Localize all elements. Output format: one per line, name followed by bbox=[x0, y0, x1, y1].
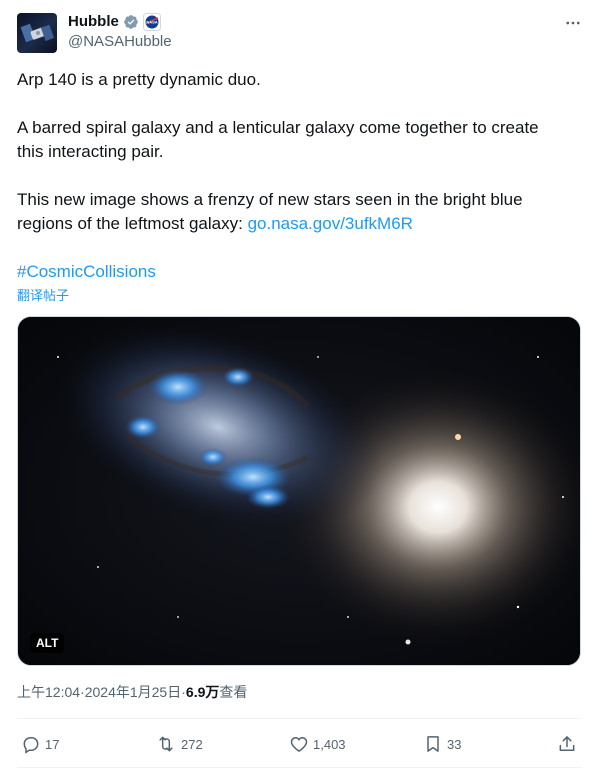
post-date[interactable]: 2024年1月25日 bbox=[85, 682, 182, 702]
post-meta: 上午12:04 · 2024年1月25日 · 6.9万 查看 bbox=[17, 682, 247, 702]
avatar[interactable] bbox=[17, 13, 57, 53]
heart-icon bbox=[290, 736, 308, 752]
action-bar: 17 272 1,403 33 bbox=[17, 732, 581, 756]
like-button[interactable]: 1,403 bbox=[289, 732, 346, 756]
reply-count: 17 bbox=[45, 736, 60, 752]
share-icon bbox=[559, 736, 575, 751]
share-button[interactable] bbox=[557, 732, 577, 756]
hubble-telescope-icon bbox=[20, 23, 55, 43]
post-text-line: Arp 140 is a pretty dynamic duo. bbox=[17, 70, 261, 89]
views-label: 查看 bbox=[219, 684, 248, 700]
post-text-line: A barred spiral galaxy and a lenticular … bbox=[17, 118, 539, 137]
post-text-line: this interacting pair. bbox=[17, 142, 164, 161]
like-count: 1,403 bbox=[313, 736, 346, 752]
repost-icon bbox=[159, 736, 173, 752]
post-link[interactable]: go.nasa.gov/3ufkM6R bbox=[248, 214, 413, 233]
post-text-segment: regions of the leftmost galaxy: bbox=[17, 214, 248, 233]
svg-text:NASA: NASA bbox=[146, 20, 157, 25]
more-options-button[interactable] bbox=[562, 13, 584, 33]
galaxy-image bbox=[18, 317, 580, 665]
repost-count: 272 bbox=[181, 736, 203, 752]
post: Hubble NASA @NASAHubble Arp 140 is a pre… bbox=[0, 0, 598, 768]
author-handle[interactable]: @NASAHubble bbox=[68, 32, 172, 52]
verified-badge-icon bbox=[124, 15, 138, 29]
more-dots-icon bbox=[566, 21, 580, 25]
translate-post-link[interactable]: 翻译帖子 bbox=[17, 287, 69, 305]
alt-badge[interactable]: ALT bbox=[30, 633, 65, 653]
divider bbox=[17, 718, 581, 719]
views-count: 6.9万 bbox=[185, 684, 220, 700]
author-display-name[interactable]: Hubble bbox=[68, 12, 119, 32]
reply-button[interactable]: 17 bbox=[21, 732, 59, 756]
repost-button[interactable]: 272 bbox=[155, 732, 203, 756]
bookmark-count: 33 bbox=[447, 736, 462, 752]
bookmark-icon bbox=[427, 736, 439, 752]
bookmark-button[interactable]: 33 bbox=[423, 732, 461, 756]
post-time[interactable]: 上午12:04 bbox=[17, 682, 80, 702]
post-text-line: regions of the leftmost galaxy: go.nasa.… bbox=[17, 212, 577, 236]
author-name-row[interactable]: Hubble NASA bbox=[68, 12, 161, 32]
nasa-logo-icon: NASA bbox=[142, 13, 161, 31]
post-text-line: This new image shows a frenzy of new sta… bbox=[17, 190, 523, 209]
post-image[interactable]: ALT bbox=[17, 316, 581, 666]
hashtag-link[interactable]: #CosmicCollisions bbox=[17, 260, 577, 284]
reply-icon bbox=[23, 737, 39, 754]
